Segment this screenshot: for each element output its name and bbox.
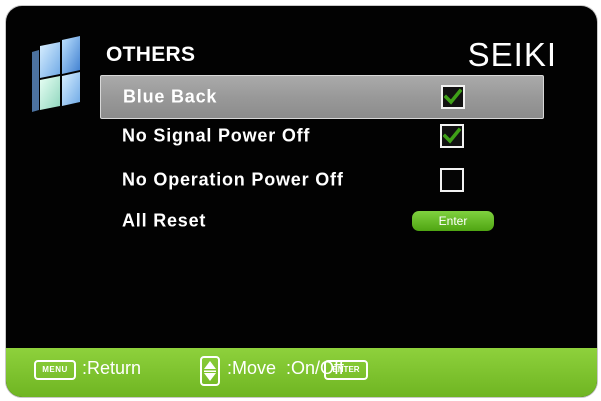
no-operation-power-off-checkbox[interactable] — [440, 168, 464, 192]
return-hint: :Return — [82, 358, 142, 378]
section-title: OTHERS — [106, 43, 196, 66]
checkmark-icon — [443, 127, 461, 144]
menu-key-icon: MENU — [34, 360, 76, 380]
menu-item-label: No Signal Power Off — [122, 125, 311, 146]
osd-menu-panel: OTHERS SEIKI Blue Back No Signal Power O… — [6, 6, 597, 397]
menu-item-label: Blue Back — [123, 86, 218, 107]
brand-logo: SEIKI — [467, 36, 557, 73]
menu-item-blue-back[interactable]: Blue Back — [100, 75, 544, 119]
menu-item-label: No Operation Power Off — [122, 169, 344, 190]
menu-item-label: All Reset — [122, 210, 207, 231]
checkmark-icon — [444, 88, 462, 105]
no-signal-power-off-checkbox[interactable] — [440, 124, 464, 148]
picture-tiles-icon — [32, 36, 80, 112]
blue-back-checkbox[interactable] — [441, 85, 465, 109]
menu-item-no-signal-power-off[interactable]: No Signal Power Off — [100, 114, 544, 158]
move-hint: :Move — [227, 358, 277, 378]
up-down-arrows-icon — [200, 356, 220, 386]
menu-item-no-operation-power-off[interactable]: No Operation Power Off — [100, 158, 544, 202]
footer-hint-bar: MENU :Return :Move :On/Off ENTER — [6, 348, 597, 397]
enter-key-icon: ENTER — [324, 360, 368, 380]
all-reset-enter-button[interactable]: Enter — [412, 211, 494, 231]
menu-item-all-reset[interactable]: All Reset Enter — [100, 199, 544, 243]
